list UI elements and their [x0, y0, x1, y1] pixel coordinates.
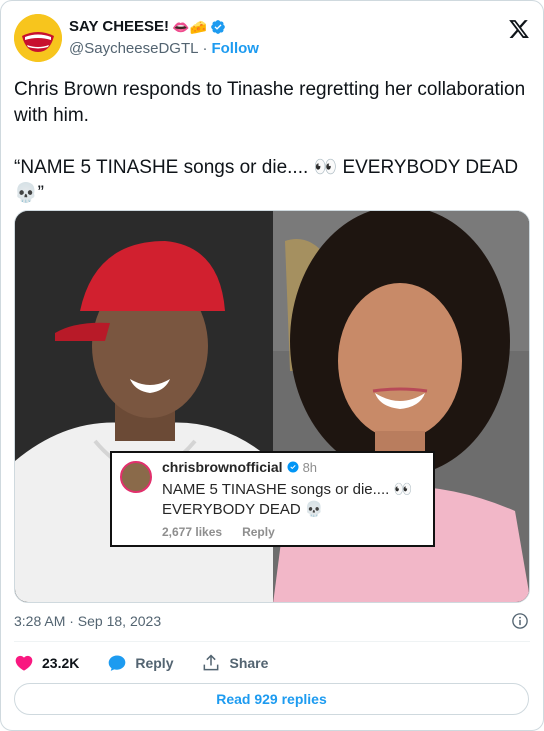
author-display-name[interactable]: SAY CHEESE!	[69, 18, 169, 35]
follow-button[interactable]: Follow	[211, 40, 259, 57]
comment-verified-icon	[287, 461, 299, 473]
tweet-media[interactable]: chrisbrownofficial 8h NAME 5 TINASHE son…	[14, 210, 530, 603]
like-count: 23.2K	[42, 655, 80, 671]
author-emoji: 👄🧀	[172, 18, 207, 35]
reply-button[interactable]: Reply	[107, 653, 173, 673]
instagram-comment-overlay: chrisbrownofficial 8h NAME 5 TINASHE son…	[110, 451, 435, 547]
tweet-actions: 23.2K Reply Share	[14, 652, 296, 674]
x-logo-icon[interactable]	[508, 18, 530, 40]
tweet-card: SAY CHEESE! 👄🧀 @SaycheeseDGTL · Follow C…	[0, 0, 544, 731]
comment-reply: Reply	[242, 525, 275, 539]
say-cheese-logo-icon	[14, 14, 62, 62]
divider	[14, 641, 530, 642]
comment-time: 8h	[302, 459, 318, 475]
author-name-row: SAY CHEESE! 👄🧀	[69, 18, 226, 35]
tweet-text: Chris Brown responds to Tinashe regretti…	[14, 79, 526, 204]
comment-avatar	[120, 461, 152, 493]
comment-user-row: chrisbrownofficial 8h	[162, 459, 317, 475]
tweet-header: SAY CHEESE! 👄🧀 @SaycheeseDGTL · Follow	[14, 14, 530, 64]
comment-meta: 2,677 likes Reply	[162, 525, 275, 539]
verified-badge-icon	[211, 19, 225, 34]
comment-likes: 2,677 likes	[162, 525, 223, 539]
author-handle[interactable]: @SaycheeseDGTL	[69, 40, 198, 57]
share-button[interactable]: Share	[201, 653, 268, 673]
author-avatar[interactable]	[14, 14, 62, 62]
comment-username: chrisbrownofficial	[162, 459, 283, 475]
comment-text: NAME 5 TINASHE songs or die.... 👀 EVERYB…	[162, 481, 413, 518]
share-icon	[204, 654, 219, 671]
separator-dot: ·	[202, 40, 208, 57]
heart-icon	[15, 655, 33, 671]
share-label: Share	[229, 655, 269, 671]
reply-label: Reply	[135, 655, 174, 671]
info-icon[interactable]	[511, 612, 529, 630]
tweet-timestamp[interactable]: 3:28 AM · Sep 18, 2023	[14, 613, 161, 629]
author-handle-row: @SaycheeseDGTL · Follow	[69, 40, 259, 57]
read-replies-button[interactable]: Read 929 replies	[14, 683, 529, 715]
like-button[interactable]: 23.2K	[14, 653, 79, 673]
reply-bubble-icon	[109, 655, 126, 671]
